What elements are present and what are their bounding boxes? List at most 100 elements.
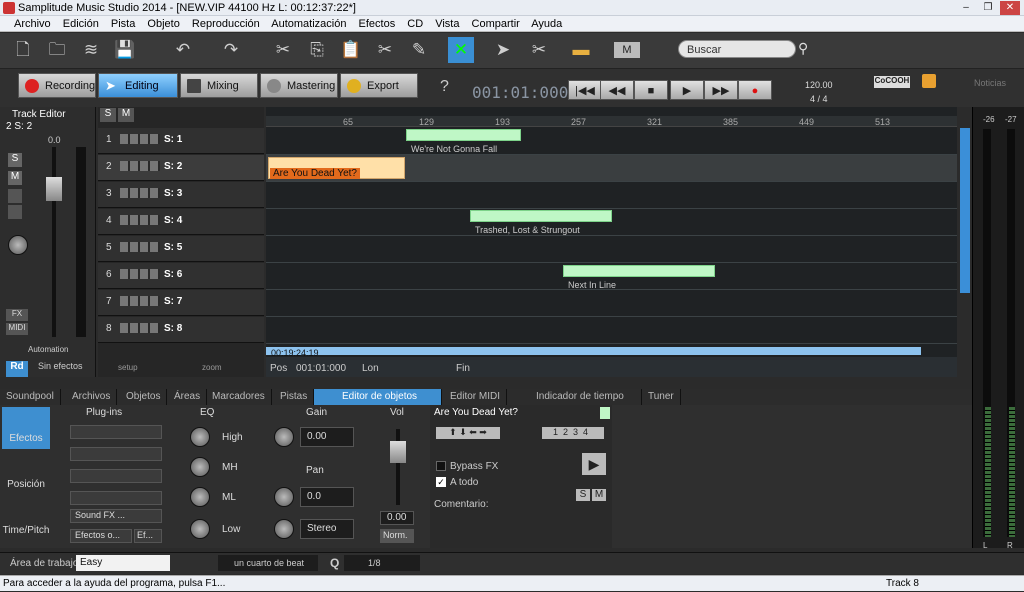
search-icon[interactable]: ⚲: [798, 40, 808, 57]
position-tab[interactable]: Posición: [2, 453, 50, 495]
track-buttons[interactable]: [120, 269, 160, 279]
plugin-slot[interactable]: [70, 447, 162, 461]
tab-marcadores[interactable]: Marcadores: [206, 389, 272, 405]
solo-button[interactable]: S: [8, 153, 22, 167]
eq-mh-knob[interactable]: [190, 457, 210, 477]
track-row[interactable]: 2 S: 2: [98, 155, 264, 181]
crossfade-icon[interactable]: ✕: [448, 37, 474, 63]
timepitch-tab[interactable]: Time/Pitch: [2, 499, 50, 541]
cut-icon[interactable]: ✂: [270, 37, 296, 63]
menu-objeto[interactable]: Objeto: [147, 18, 179, 30]
undo-icon[interactable]: ↶: [170, 37, 196, 63]
track-row[interactable]: 8 S: 8: [98, 317, 264, 343]
solo-object-button[interactable]: S: [576, 489, 590, 501]
pencil-icon[interactable]: ✎: [406, 37, 432, 63]
paste-icon[interactable]: 📋: [338, 37, 364, 63]
pan-knob[interactable]: [274, 487, 294, 507]
pos-value[interactable]: 001:01:000: [296, 363, 346, 374]
rewind-button[interactable]: ◀◀: [600, 80, 634, 100]
time-signature[interactable]: 4 / 4: [810, 94, 828, 104]
atodo-checkbox[interactable]: ✓: [436, 477, 446, 487]
track-lane[interactable]: [266, 182, 957, 209]
tempo-display[interactable]: 120.00: [805, 80, 833, 90]
track-row[interactable]: 3 S: 3: [98, 182, 264, 208]
track-buttons[interactable]: [120, 215, 160, 225]
menu-vista[interactable]: Vista: [435, 18, 459, 30]
record-button[interactable]: ●: [738, 80, 772, 100]
solo-all-button[interactable]: S: [100, 108, 116, 122]
fx-button[interactable]: FX: [6, 309, 28, 321]
mode-editing[interactable]: ➤ Editing: [98, 73, 178, 98]
track-row[interactable]: 4 S: 4: [98, 209, 264, 235]
sin-efectos-label[interactable]: Sin efectos: [38, 361, 83, 371]
maximize-button[interactable]: ❐: [978, 1, 998, 15]
redo-icon[interactable]: ↷: [218, 37, 244, 63]
tab-editor-objetos[interactable]: Editor de objetos: [314, 389, 442, 405]
vol-value[interactable]: 0.00: [380, 511, 414, 525]
save-icon[interactable]: 💾: [112, 37, 138, 63]
efectos-button[interactable]: Efectos o...: [70, 529, 132, 543]
eq-low-knob[interactable]: [190, 519, 210, 539]
mode-mixing[interactable]: Mixing: [180, 73, 258, 98]
track-buttons[interactable]: [120, 323, 160, 333]
news-link[interactable]: Noticias: [974, 78, 1006, 88]
split-icon[interactable]: ✂: [372, 37, 398, 63]
track-buttons[interactable]: [120, 296, 160, 306]
track-row[interactable]: 7 S: 7: [98, 290, 264, 316]
play-object-icon[interactable]: ▶: [582, 453, 606, 475]
menu-ayuda[interactable]: Ayuda: [531, 18, 562, 30]
tab-tuner[interactable]: Tuner: [642, 389, 681, 405]
tab-archivos[interactable]: Archivos: [66, 389, 118, 405]
track-lane[interactable]: [266, 317, 957, 344]
track-buttons[interactable]: [120, 242, 160, 252]
stop-button[interactable]: ■: [634, 80, 668, 100]
mute-all-button[interactable]: M: [118, 108, 134, 122]
menu-automatizacion[interactable]: Automatización: [271, 18, 346, 30]
gain-knob[interactable]: [274, 427, 294, 447]
scissors-tool-icon[interactable]: ✂: [526, 37, 552, 63]
menu-archivo[interactable]: Archivo: [14, 18, 51, 30]
menu-pista[interactable]: Pista: [111, 18, 135, 30]
mode-mastering[interactable]: Mastering: [260, 73, 338, 98]
mode-export[interactable]: Export: [340, 73, 418, 98]
effects-tab[interactable]: Efectos: [2, 407, 50, 449]
vertical-scrollbar[interactable]: [960, 128, 970, 293]
minimize-button[interactable]: –: [956, 1, 976, 15]
stereo-value[interactable]: Stereo: [300, 519, 354, 539]
pan-value[interactable]: 0.0: [300, 487, 354, 507]
menu-cd[interactable]: CD: [407, 18, 423, 30]
waveform-icon[interactable]: ≋: [78, 37, 104, 63]
quantize-select[interactable]: 1/8: [344, 555, 420, 571]
track-lane[interactable]: [266, 290, 957, 317]
track-row[interactable]: 5 S: 5: [98, 236, 264, 262]
track-row[interactable]: 1 S: 1: [98, 128, 264, 154]
plugin-slot[interactable]: [70, 425, 162, 439]
go-start-button[interactable]: |◀◀: [568, 80, 602, 100]
midi-button[interactable]: MIDI: [6, 323, 28, 335]
m-button[interactable]: M: [614, 42, 640, 58]
track-buttons[interactable]: [120, 188, 160, 198]
help-icon[interactable]: ?: [440, 78, 449, 96]
pan-knob[interactable]: [8, 235, 28, 255]
mute-object-button[interactable]: M: [592, 489, 606, 501]
mode-recording[interactable]: Recording: [18, 73, 96, 98]
menu-reproduccion[interactable]: Reproducción: [192, 18, 260, 30]
tab-pistas[interactable]: Pistas: [274, 389, 315, 405]
read-button[interactable]: Rd: [6, 361, 28, 377]
plugin-slot[interactable]: [70, 491, 162, 505]
grid-select[interactable]: un cuarto de beat: [218, 555, 318, 571]
track-lane[interactable]: [266, 128, 957, 155]
track-buttons[interactable]: [120, 161, 160, 171]
mute-button[interactable]: M: [8, 171, 22, 185]
normalize-button[interactable]: Norm.: [380, 529, 414, 543]
fast-forward-button[interactable]: ▶▶: [704, 80, 738, 100]
tab-indicador-tiempo[interactable]: Indicador de tiempo: [524, 389, 642, 405]
info-icon[interactable]: [922, 74, 936, 88]
tab-objetos[interactable]: Objetos: [120, 389, 168, 405]
play-button[interactable]: ▶: [670, 80, 704, 100]
ef-button[interactable]: Ef...: [134, 529, 162, 543]
new-file-icon[interactable]: 🗋: [10, 37, 36, 63]
eq-ml-knob[interactable]: [190, 487, 210, 507]
search-input[interactable]: Buscar: [678, 40, 796, 58]
audio-clip[interactable]: Next In Line: [563, 265, 715, 290]
